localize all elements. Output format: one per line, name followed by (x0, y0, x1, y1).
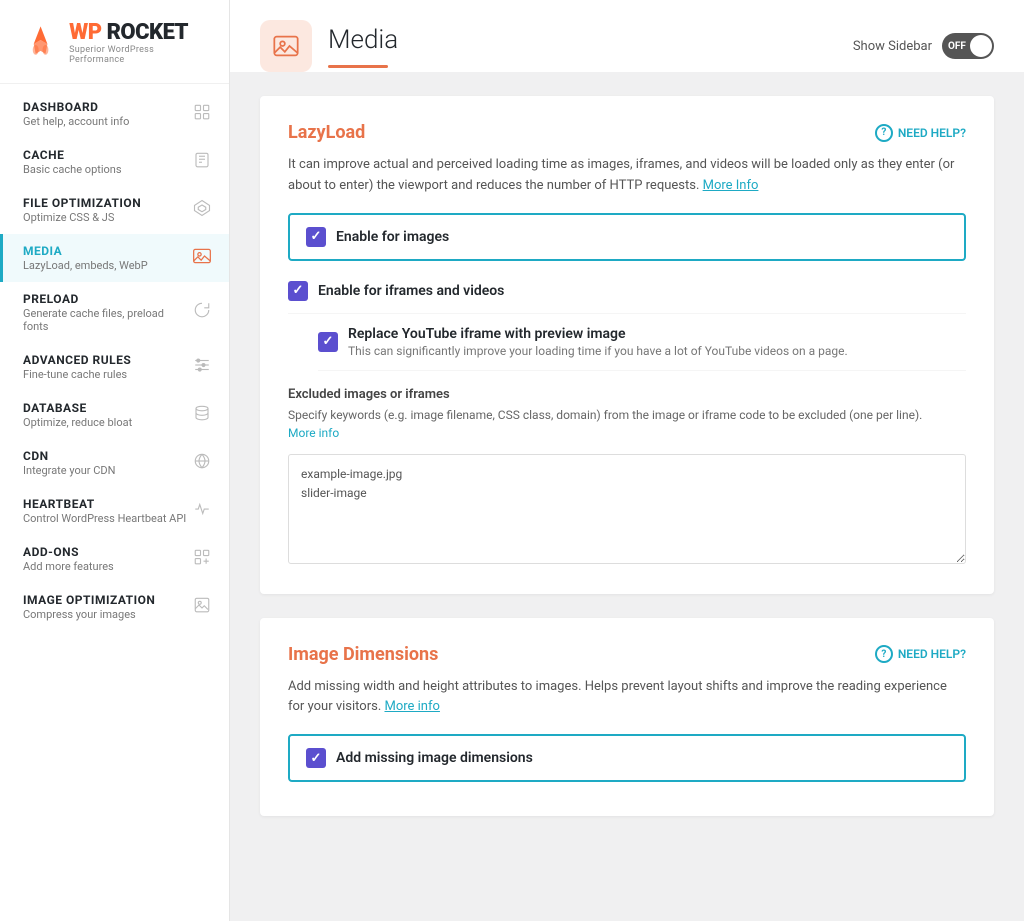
enable-images-checkbox[interactable]: ✓ (306, 227, 326, 247)
add-missing-dimensions-label: Add missing image dimensions (336, 750, 533, 766)
cdn-icon (191, 452, 213, 475)
logo-icon (20, 22, 61, 64)
image-optimization-icon (191, 596, 213, 619)
image-dimensions-section: Image Dimensions ? NEED HELP? Add missin… (260, 618, 994, 817)
enable-iframes-label: Enable for iframes and videos (318, 283, 504, 299)
logo-subtitle: Superior WordPress Performance (69, 45, 209, 65)
content-body: LazyLoad ? NEED HELP? It can improve act… (230, 72, 1024, 840)
help-icon-2: ? (875, 645, 893, 663)
sidebar-toggle[interactable]: OFF (942, 33, 994, 59)
database-icon (191, 404, 213, 427)
addons-icon (191, 548, 213, 571)
excluded-title: Excluded images or iframes (288, 387, 966, 402)
logo: WP ROCKET Superior WordPress Performance (0, 0, 229, 84)
excluded-description: Specify keywords (e.g. image filename, C… (288, 406, 966, 442)
page-header: Media Show Sidebar OFF (230, 0, 1024, 72)
lazyload-description: It can improve actual and perceived load… (288, 155, 966, 197)
sidebar-item-addons[interactable]: ADD-ONS Add more features (0, 535, 229, 583)
enable-iframes-option[interactable]: ✓ Enable for iframes and videos (288, 269, 966, 314)
sidebar-item-media[interactable]: MEDIA LazyLoad, embeds, WebP (0, 234, 229, 282)
add-missing-dimensions-option[interactable]: ✓ Add missing image dimensions (288, 734, 966, 782)
sidebar-item-cache[interactable]: CACHE Basic cache options (0, 138, 229, 186)
replace-youtube-label: Replace YouTube iframe with preview imag… (348, 326, 848, 342)
main-content: Media Show Sidebar OFF LazyLoad ? NEED H… (230, 0, 1024, 921)
image-dimensions-title: Image Dimensions (288, 644, 438, 665)
show-sidebar-label: Show Sidebar (853, 39, 932, 54)
replace-youtube-checkbox[interactable]: ✓ (318, 332, 338, 352)
image-dimensions-description: Add missing width and height attributes … (288, 677, 966, 719)
sidebar-item-heartbeat[interactable]: HEARTBEAT Control WordPress Heartbeat AP… (0, 487, 229, 535)
sidebar-item-dashboard[interactable]: DASHBOARD Get help, account info (0, 90, 229, 138)
sidebar: WP ROCKET Superior WordPress Performance… (0, 0, 230, 921)
page-icon (260, 20, 312, 72)
image-dimensions-header: Image Dimensions ? NEED HELP? (288, 644, 966, 665)
lazyload-need-help[interactable]: ? NEED HELP? (875, 124, 966, 142)
replace-youtube-option[interactable]: ✓ Replace YouTube iframe with preview im… (318, 314, 966, 371)
image-dimensions-need-help[interactable]: ? NEED HELP? (875, 645, 966, 663)
page-title: Media (328, 25, 398, 55)
excluded-more-info[interactable]: More info (288, 426, 339, 440)
enable-iframes-checkbox[interactable]: ✓ (288, 281, 308, 301)
sidebar-item-advanced-rules[interactable]: ADVANCED RULES Fine-tune cache rules (0, 343, 229, 391)
lazyload-title: LazyLoad (288, 122, 365, 143)
lazyload-more-info[interactable]: More Info (703, 178, 759, 193)
sidebar-item-cdn[interactable]: CDN Integrate your CDN (0, 439, 229, 487)
file-optimization-icon (191, 199, 213, 222)
excluded-textarea[interactable]: example-image.jpg slider-image (288, 454, 966, 564)
media-icon (191, 246, 213, 271)
header-underline (328, 65, 388, 68)
enable-images-option[interactable]: ✓ Enable for images (288, 213, 966, 261)
toggle-knob (970, 35, 992, 57)
dashboard-icon (191, 103, 213, 126)
sidebar-item-file-optimization[interactable]: FILE OPTIMIZATION Optimize CSS & JS (0, 186, 229, 234)
help-icon: ? (875, 124, 893, 142)
heartbeat-icon (191, 500, 213, 523)
advanced-rules-icon (191, 356, 213, 379)
lazyload-header: LazyLoad ? NEED HELP? (288, 122, 966, 143)
preload-icon (191, 301, 213, 324)
logo-text: WP ROCKET (69, 20, 209, 45)
sidebar-item-image-optimization[interactable]: IMAGE OPTIMIZATION Compress your images (0, 583, 229, 631)
enable-images-label: Enable for images (336, 229, 449, 245)
nav-menu: DASHBOARD Get help, account info CACHE B… (0, 84, 229, 921)
cache-icon (191, 151, 213, 174)
sidebar-item-preload[interactable]: PRELOAD Generate cache files, preload fo… (0, 282, 229, 343)
excluded-section: Excluded images or iframes Specify keywo… (288, 387, 966, 568)
image-dimensions-more-info[interactable]: More info (384, 699, 439, 714)
replace-youtube-sublabel: This can significantly improve your load… (348, 344, 848, 358)
lazyload-section: LazyLoad ? NEED HELP? It can improve act… (260, 96, 994, 594)
sidebar-item-database[interactable]: DATABASE Optimize, reduce bloat (0, 391, 229, 439)
add-missing-dimensions-checkbox[interactable]: ✓ (306, 748, 326, 768)
toggle-label: OFF (948, 41, 966, 52)
